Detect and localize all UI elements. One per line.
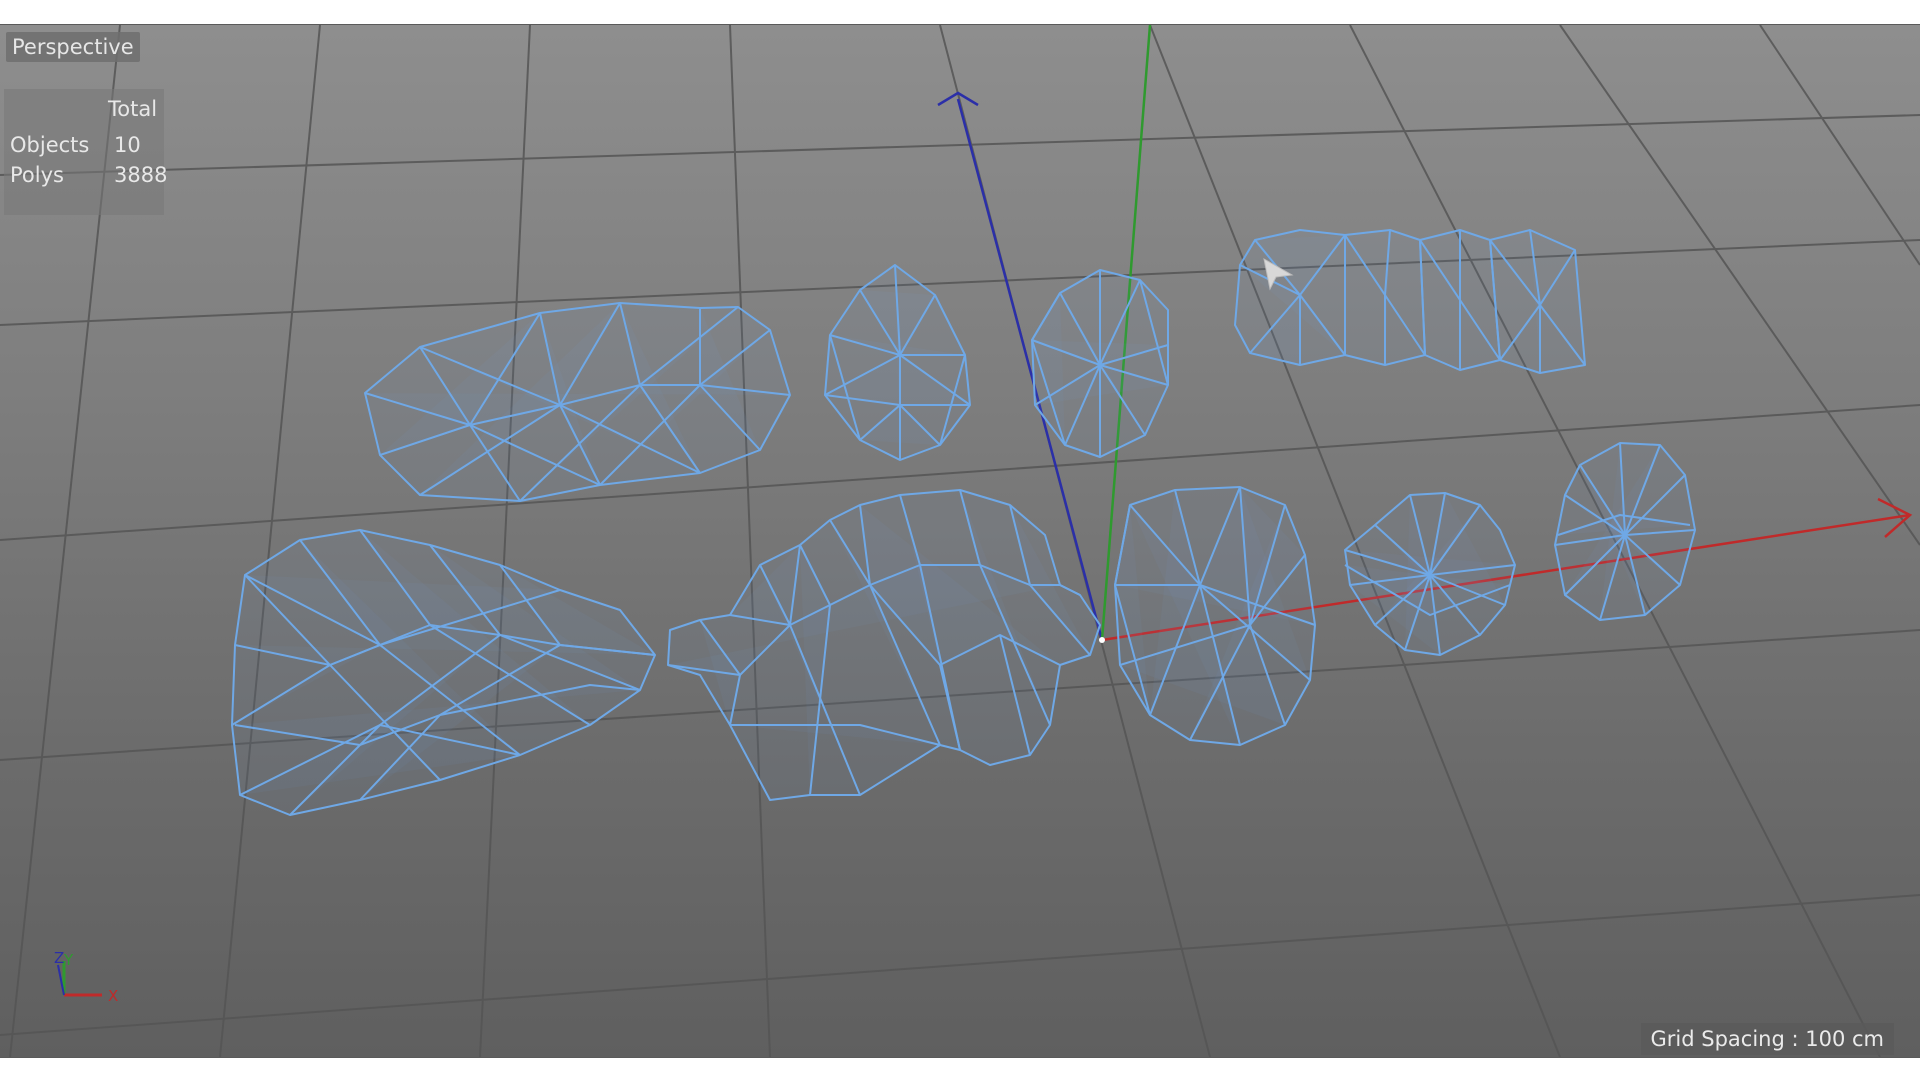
rock-object-5[interactable] <box>231 529 656 816</box>
rock-object-3[interactable] <box>1031 269 1169 458</box>
stats-key: Polys <box>10 163 64 187</box>
rock-object-9[interactable] <box>1554 442 1696 621</box>
viewport-camera-label[interactable]: Perspective <box>6 32 140 62</box>
stats-value: 3888 <box>114 163 168 187</box>
stats-header: Total <box>108 97 158 121</box>
rock-object-6[interactable] <box>667 489 1101 801</box>
scene-stats-panel: Total Objects 10 Polys 3888 <box>4 89 168 215</box>
axis-gizmo-icon: Z Y X <box>54 949 118 1005</box>
grid-spacing-readout: Grid Spacing : 100 cm <box>1640 1023 1894 1055</box>
rock-object-4[interactable] <box>1234 229 1586 374</box>
rock-object-1[interactable] <box>364 302 791 502</box>
stats-value: 10 <box>114 133 141 157</box>
rock-object-8[interactable] <box>1344 492 1516 656</box>
gizmo-label-x: X <box>108 987 118 1005</box>
gizmo-label-y: Y <box>63 951 74 969</box>
viewport-scene[interactable] <box>0 25 1920 1057</box>
world-origin <box>1099 637 1105 643</box>
rock-objects[interactable] <box>231 229 1696 816</box>
rock-object-2[interactable] <box>824 264 971 461</box>
gizmo-label-z: Z <box>54 949 64 967</box>
rock-object-7[interactable] <box>1114 486 1316 746</box>
stats-key: Objects <box>10 133 90 157</box>
perspective-viewport[interactable]: Perspective Total Objects 10 Polys 3888 … <box>0 24 1920 1058</box>
arrow-cursor-icon <box>1263 258 1294 291</box>
